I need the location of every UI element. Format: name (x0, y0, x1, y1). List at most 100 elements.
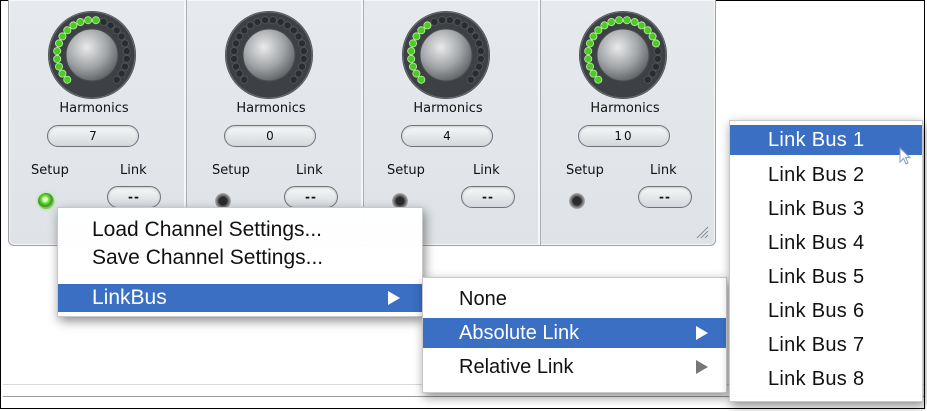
harmonics-knob[interactable] (37, 8, 147, 102)
harmonics-value-field[interactable]: 4 (401, 125, 493, 147)
led-segment-off (231, 39, 240, 48)
menu-item-label: None (459, 288, 507, 310)
led-segment-off (298, 39, 307, 48)
harmonics-value-field[interactable]: 10 (578, 125, 670, 147)
led-segment-lit (53, 47, 62, 56)
link-label: Link (120, 163, 147, 178)
harmonics-value-field[interactable]: 7 (47, 125, 139, 147)
harmonics-label: Harmonics (59, 101, 129, 116)
setup-led-button[interactable] (569, 193, 585, 209)
setup-label: Setup (31, 163, 69, 178)
led-segment-off (471, 69, 480, 78)
resize-grip-icon[interactable] (695, 225, 709, 239)
led-segment-off (117, 69, 126, 78)
link-value-field[interactable]: -- (461, 186, 515, 208)
harmonics-knob[interactable] (568, 8, 678, 102)
led-segment-off (466, 75, 475, 84)
led-segment-lit (417, 75, 426, 84)
led-segment-lit (408, 62, 417, 71)
led-segment-lit (594, 26, 603, 35)
link-value-field[interactable]: -- (284, 186, 338, 208)
led-segment-off (653, 54, 662, 63)
led-segment-lit (417, 26, 426, 35)
harmonics-knob[interactable] (214, 8, 324, 102)
channel-context-menu: Load Channel Settings... Save Channel Se… (57, 207, 423, 317)
mouse-cursor-icon (899, 147, 912, 165)
submenu-arrow-icon (696, 326, 708, 340)
menu-item-label: Relative Link (459, 356, 574, 378)
menu-item-save-channel-settings[interactable]: Save Channel Settings... (58, 244, 422, 272)
led-segment-off (122, 47, 131, 56)
led-segment-lit (412, 32, 421, 41)
menu-item-linkbus[interactable]: LinkBus (58, 284, 422, 312)
menu-item-label: Load Channel Settings... (92, 218, 322, 241)
menu-item-label: Link Bus 1 (768, 129, 865, 151)
led-segment-off (653, 47, 662, 56)
menu-item-absolute-link[interactable]: Absolute Link (423, 318, 726, 348)
menu-item-label: Save Channel Settings... (92, 246, 324, 269)
led-segment-lit (648, 32, 657, 41)
led-segment-lit (652, 39, 661, 48)
setup-label: Setup (566, 163, 604, 178)
led-segment-lit (58, 69, 67, 78)
menu-item-label: Link Bus 8 (768, 368, 865, 390)
led-segment-lit (91, 16, 100, 25)
led-segment-off (122, 54, 131, 63)
led-segment-lit (594, 75, 603, 84)
led-segment-off (643, 75, 652, 84)
menu-item-link-bus-1[interactable]: Link Bus 1 (730, 125, 922, 155)
led-segment-lit (69, 21, 78, 30)
led-segment-off (294, 69, 303, 78)
harmonics-value-field[interactable]: 0 (224, 125, 316, 147)
led-segment-off (235, 69, 244, 78)
setup-label: Setup (387, 163, 425, 178)
menu-item-load-channel-settings[interactable]: Load Channel Settings... (58, 216, 422, 244)
led-segment-lit (622, 16, 631, 25)
led-segment-off (460, 21, 469, 30)
setup-led-button[interactable] (38, 193, 54, 209)
linkbus-submenu: None Absolute Link Relative Link (422, 277, 727, 393)
led-segment-off (299, 47, 308, 56)
led-segment-off (106, 21, 115, 30)
link-bus-submenu: Link Bus 1 Link Bus 2 Link Bus 3 Link Bu… (729, 120, 923, 402)
led-segment-lit (54, 62, 63, 71)
led-segment-lit (423, 21, 432, 30)
menu-item-label: Link Bus 7 (768, 334, 865, 356)
led-segment-off (246, 21, 255, 30)
harmonics-knob[interactable] (391, 8, 501, 102)
led-segment-off (289, 26, 298, 35)
menu-item-link-bus-7[interactable]: Link Bus 7 (730, 330, 922, 360)
menu-item-none[interactable]: None (423, 284, 726, 314)
led-segment-off (268, 16, 277, 25)
harmonics-label: Harmonics (236, 101, 306, 116)
led-segment-lit (407, 54, 416, 63)
led-segment-lit (58, 32, 67, 41)
submenu-arrow-icon (388, 291, 400, 305)
link-label: Link (473, 163, 500, 178)
led-segment-off (445, 16, 454, 25)
menu-item-link-bus-5[interactable]: Link Bus 5 (730, 262, 922, 292)
menu-item-relative-link[interactable]: Relative Link (423, 352, 726, 382)
menu-item-link-bus-8[interactable]: Link Bus 8 (730, 364, 922, 394)
led-segment-off (289, 75, 298, 84)
led-segment-off (475, 39, 484, 48)
led-segment-off (475, 62, 484, 71)
led-segment-lit (54, 39, 63, 48)
led-segment-off (276, 17, 285, 26)
link-value-field[interactable]: -- (638, 186, 692, 208)
harmonics-label: Harmonics (413, 101, 483, 116)
menu-item-link-bus-4[interactable]: Link Bus 4 (730, 228, 922, 258)
led-segment-off (121, 62, 130, 71)
led-segment-off (261, 16, 270, 25)
menu-item-label: LinkBus (92, 286, 167, 309)
led-segment-lit (630, 17, 639, 26)
led-segment-lit (412, 69, 421, 78)
led-segment-lit (408, 39, 417, 48)
menu-item-link-bus-2[interactable]: Link Bus 2 (730, 160, 922, 190)
menu-item-link-bus-3[interactable]: Link Bus 3 (730, 194, 922, 224)
channel-strip-4: Harmonics 10 Setup Link -- (540, 0, 718, 245)
link-value-field[interactable]: -- (107, 186, 161, 208)
menu-item-link-bus-6[interactable]: Link Bus 6 (730, 296, 922, 326)
led-segment-off (471, 32, 480, 41)
harmonics-label: Harmonics (590, 101, 660, 116)
